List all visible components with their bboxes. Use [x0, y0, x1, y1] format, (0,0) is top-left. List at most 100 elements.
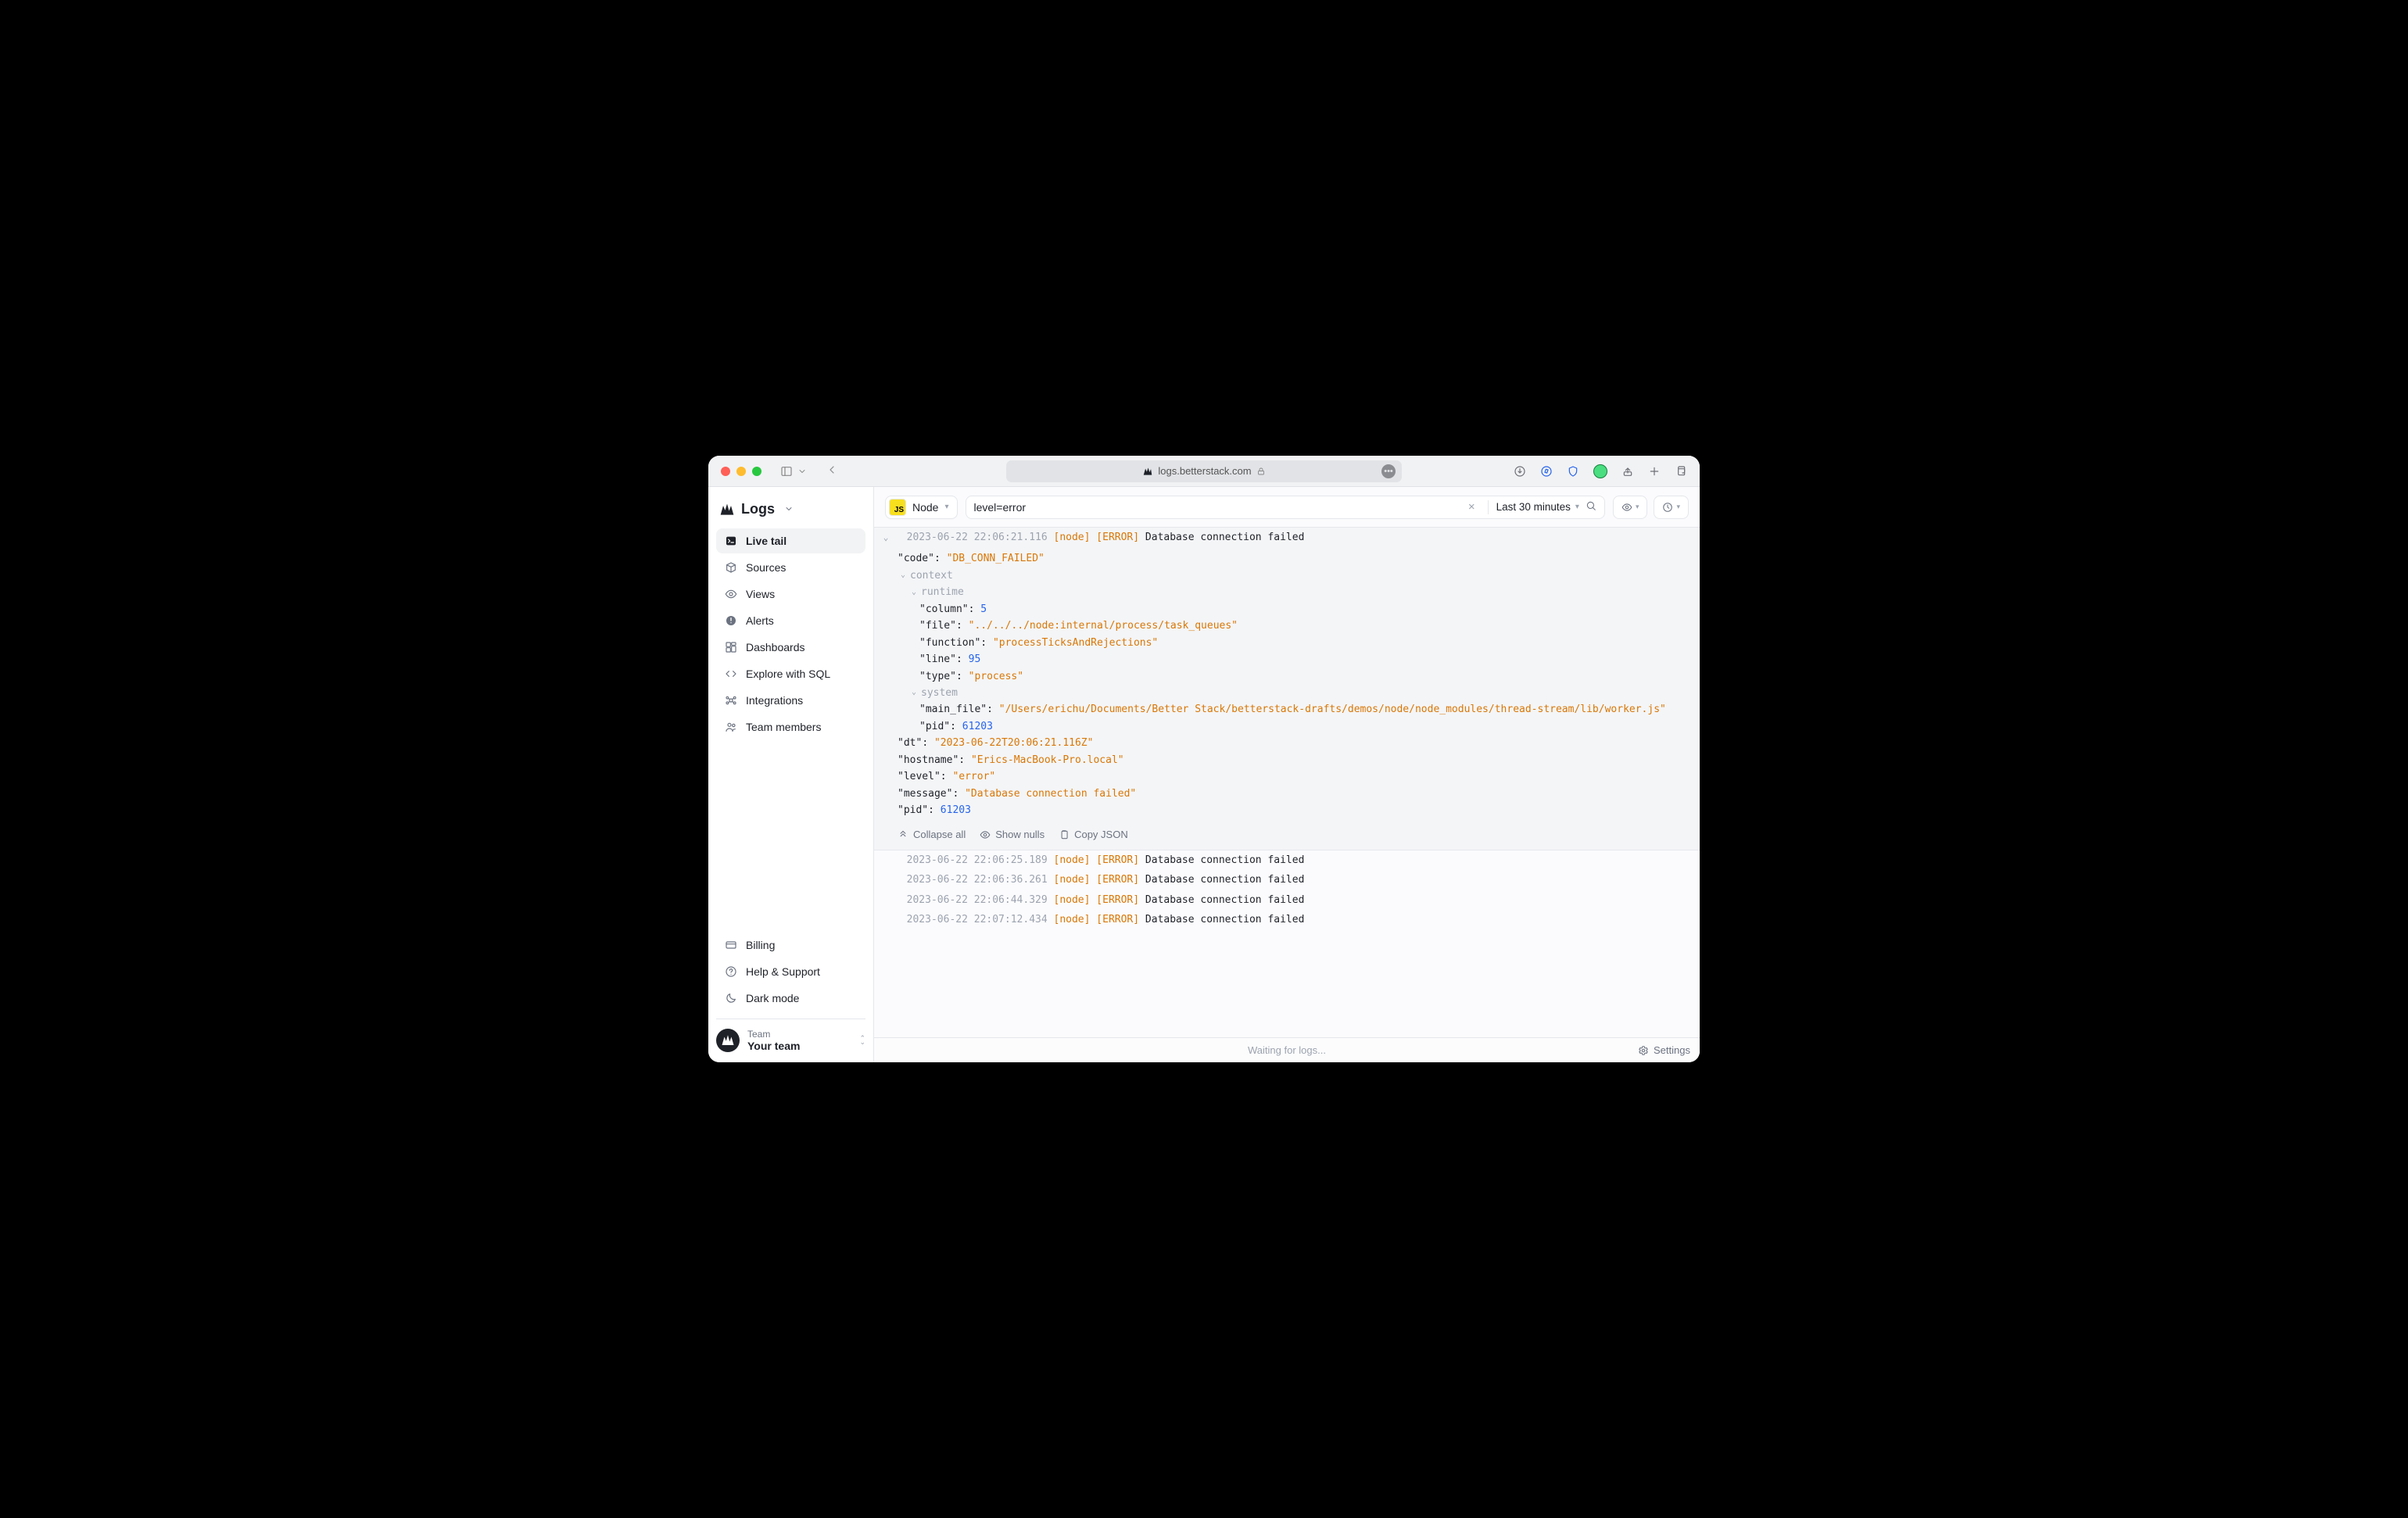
box-icon — [724, 561, 738, 574]
site-favicon-icon — [1142, 466, 1153, 477]
log-source: [node] — [1054, 874, 1091, 886]
history-button[interactable]: ▾ — [1654, 496, 1689, 519]
maximize-button[interactable] — [752, 467, 761, 476]
time-range-selector[interactable]: Last 30 minutes ▾ — [1496, 501, 1579, 513]
json-line[interactable]: "message": "Database connection failed" — [898, 786, 1693, 802]
json-section-context[interactable]: ⌄context — [898, 567, 1693, 584]
chevron-down-icon[interactable]: ⌄ — [908, 686, 919, 700]
sidebar-item-label: Help & Support — [746, 965, 820, 978]
brand-switcher-button[interactable] — [784, 503, 794, 516]
source-selector[interactable]: JS Node ▾ — [885, 496, 958, 519]
sidebar-item-billing[interactable]: Billing — [716, 933, 865, 958]
brand[interactable]: Logs — [713, 499, 869, 528]
show-nulls-button[interactable]: Show nulls — [980, 826, 1045, 843]
chevron-down-icon: ▾ — [944, 503, 948, 511]
sidebar-item-integrations[interactable]: Integrations — [716, 688, 865, 713]
json-line[interactable]: "function": "processTicksAndRejections" — [898, 635, 1693, 651]
log-row[interactable]: 2023-06-22 22:06:25.189 [node] [ERROR] D… — [874, 850, 1700, 870]
sidebar-item-dark-mode[interactable]: Dark mode — [716, 986, 865, 1011]
clock-icon — [1662, 502, 1673, 513]
tabs-icon[interactable] — [1675, 465, 1687, 478]
log-row-expanded[interactable]: ⌄ 2023-06-22 22:06:21.116 [node] [ERROR]… — [874, 528, 1700, 547]
search-icon — [1586, 500, 1596, 511]
view-options-button[interactable]: ▾ — [1613, 496, 1648, 519]
minimize-button[interactable] — [736, 467, 746, 476]
sidebar-item-label: Integrations — [746, 694, 803, 707]
log-message: Database connection failed — [1145, 914, 1305, 925]
sidebar-item-label: Dark mode — [746, 992, 799, 1004]
chevron-down-icon[interactable]: ⌄ — [877, 529, 894, 545]
settings-button[interactable]: Settings — [1638, 1044, 1690, 1056]
sidebar-item-views[interactable]: Views — [716, 582, 865, 607]
compass-icon[interactable] — [1540, 465, 1553, 478]
chevron-down-icon[interactable]: ⌄ — [898, 569, 908, 582]
chevron-down-icon: ▾ — [1636, 503, 1639, 511]
log-row[interactable]: 2023-06-22 22:06:44.329 [node] [ERROR] D… — [874, 890, 1700, 910]
json-line[interactable]: "main_file": "/Users/erichu/Documents/Be… — [898, 701, 1693, 718]
back-button[interactable] — [826, 464, 838, 478]
team-switcher[interactable]: Team Your team ⌃⌄ — [716, 1019, 865, 1053]
log-message: Database connection failed — [1145, 894, 1305, 906]
chevron-down-icon — [784, 504, 794, 514]
log-level: [ERROR] — [1096, 914, 1139, 925]
log-timestamp: 2023-06-22 22:06:21.116 — [907, 532, 1048, 543]
page-menu-button[interactable]: ••• — [1381, 464, 1396, 478]
chevron-down-icon: ▾ — [1676, 503, 1680, 511]
eye-icon — [1621, 502, 1632, 513]
chevron-down-icon[interactable]: ⌄ — [908, 586, 919, 600]
main: JS Node ▾ × Last 30 minutes ▾ — [874, 487, 1700, 1062]
share-icon[interactable] — [1621, 465, 1634, 478]
log-row[interactable]: 2023-06-22 22:07:12.434 [node] [ERROR] D… — [874, 910, 1700, 929]
log-area[interactable]: ⌄ 2023-06-22 22:06:21.116 [node] [ERROR]… — [874, 528, 1700, 1037]
json-line[interactable]: "column": 5 — [898, 601, 1693, 618]
sidebar-icon — [780, 465, 793, 478]
json-line[interactable]: "pid": 61203 — [898, 718, 1693, 735]
log-timestamp: 2023-06-22 22:06:36.261 — [907, 874, 1048, 886]
json-line[interactable]: "line": 95 — [898, 651, 1693, 668]
search-submit-button[interactable] — [1586, 500, 1596, 514]
sidebar-item-help[interactable]: Help & Support — [716, 959, 865, 984]
sidebar-item-alerts[interactable]: Alerts — [716, 608, 865, 633]
json-line[interactable]: "code": "DB_CONN_FAILED" — [898, 550, 1693, 567]
sort-icon: ⌃⌄ — [859, 1036, 865, 1045]
alert-icon — [724, 614, 738, 627]
log-row[interactable]: 2023-06-22 22:06:36.261 [node] [ERROR] D… — [874, 870, 1700, 890]
url-bar[interactable]: logs.betterstack.com ••• — [1006, 460, 1402, 482]
log-json-body: "code": "DB_CONN_FAILED" ⌄context ⌄runti… — [874, 547, 1700, 822]
copy-json-button[interactable]: Copy JSON — [1059, 826, 1128, 843]
js-badge-icon: JS — [889, 499, 906, 516]
chevron-left-icon — [826, 464, 838, 476]
sidebar-item-live-tail[interactable]: Live tail — [716, 528, 865, 553]
json-line[interactable]: "type": "process" — [898, 668, 1693, 685]
chevron-down-icon: ▾ — [1575, 503, 1579, 511]
json-section-runtime[interactable]: ⌄runtime — [898, 584, 1693, 600]
log-message: Database connection failed — [1145, 874, 1305, 886]
collapse-icon — [898, 829, 908, 840]
json-line[interactable]: "level": "error" — [898, 768, 1693, 785]
toolbar: JS Node ▾ × Last 30 minutes ▾ — [874, 487, 1700, 528]
users-icon — [724, 721, 738, 733]
sidebar-toggle-button[interactable] — [780, 465, 807, 478]
collapse-all-button[interactable]: Collapse all — [898, 826, 966, 843]
source-label: Node — [912, 501, 938, 514]
sidebar-item-label: Explore with SQL — [746, 668, 830, 680]
close-button[interactable] — [721, 467, 730, 476]
new-tab-icon[interactable] — [1648, 465, 1661, 478]
json-line[interactable]: "hostname": "Erics-MacBook-Pro.local" — [898, 752, 1693, 768]
clear-search-button[interactable]: × — [1464, 500, 1480, 514]
json-line[interactable]: "dt": "2023-06-22T20:06:21.116Z" — [898, 735, 1693, 751]
dashboard-icon — [724, 641, 738, 653]
log-message: Database connection failed — [1145, 854, 1305, 866]
downloads-icon[interactable] — [1514, 465, 1526, 478]
profile-avatar[interactable] — [1593, 464, 1607, 478]
json-line[interactable]: "pid": 61203 — [898, 802, 1693, 818]
json-line[interactable]: "file": "../../../node:internal/process/… — [898, 618, 1693, 634]
sidebar-item-dashboards[interactable]: Dashboards — [716, 635, 865, 660]
json-section-system[interactable]: ⌄system — [898, 685, 1693, 701]
sidebar-item-sources[interactable]: Sources — [716, 555, 865, 580]
sidebar-item-explore-sql[interactable]: Explore with SQL — [716, 661, 865, 686]
search-input[interactable] — [974, 501, 1464, 514]
sidebar-item-label: Billing — [746, 939, 775, 951]
shield-icon[interactable] — [1567, 465, 1579, 478]
sidebar-item-team-members[interactable]: Team members — [716, 714, 865, 739]
